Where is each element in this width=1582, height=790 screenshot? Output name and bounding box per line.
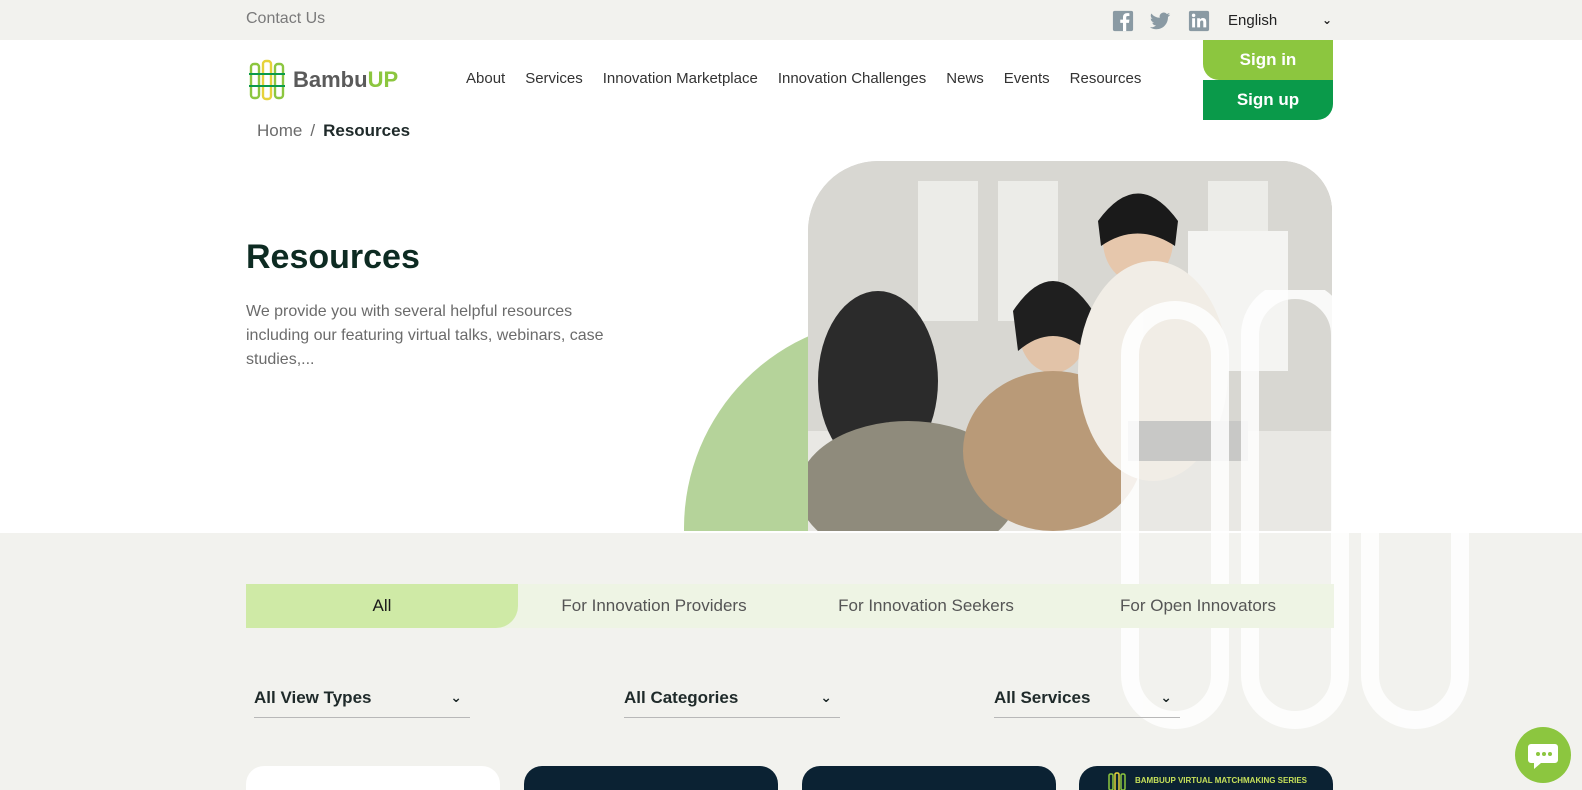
chat-bubble-icon: [1528, 744, 1558, 769]
services-select[interactable]: All Services ⌄: [994, 684, 1180, 718]
chevron-down-icon: ⌄: [450, 689, 462, 705]
categories-value: All Categories: [624, 687, 739, 707]
card-caption: BAMBUUP VIRTUAL MATCHMAKING SERIES: [1135, 776, 1308, 785]
tab-all[interactable]: All: [246, 584, 518, 628]
bamboo-watermark-icon: [1121, 290, 1469, 729]
tab-innovation-providers[interactable]: For Innovation Providers: [518, 584, 790, 628]
chevron-down-icon: ⌄: [1160, 689, 1172, 705]
view-types-select[interactable]: All View Types ⌄: [254, 684, 470, 718]
view-types-value: All View Types: [254, 687, 372, 707]
resource-card[interactable]: [802, 766, 1056, 790]
resource-card[interactable]: BAMBUUP VIRTUAL MATCHMAKING SERIES: [1079, 766, 1333, 790]
bamboo-logo-icon: [1108, 772, 1126, 790]
chat-widget-button[interactable]: [1515, 727, 1571, 783]
resource-tabs: All For Innovation Providers For Innovat…: [246, 584, 1334, 628]
resource-card[interactable]: [524, 766, 778, 790]
tab-open-innovators[interactable]: For Open Innovators: [1062, 584, 1334, 628]
services-value: All Services: [994, 687, 1091, 707]
chevron-down-icon: ⌄: [820, 689, 832, 705]
categories-select[interactable]: All Categories ⌄: [624, 684, 840, 718]
tab-innovation-seekers[interactable]: For Innovation Seekers: [790, 584, 1062, 628]
resource-card[interactable]: [246, 766, 500, 790]
